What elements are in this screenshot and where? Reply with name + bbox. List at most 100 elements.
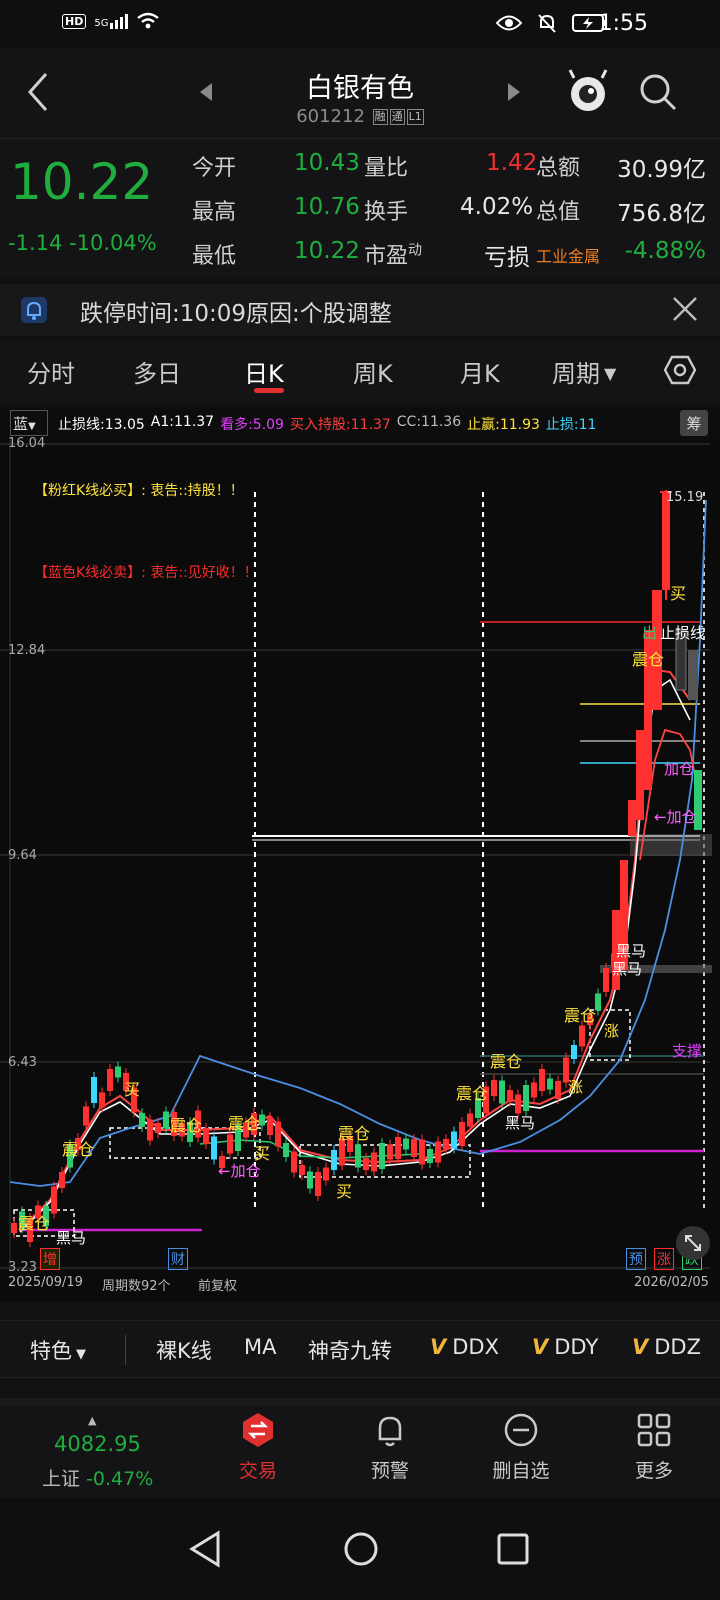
candle-body — [99, 1092, 105, 1108]
tab-period-label: 周期 — [552, 360, 600, 388]
amount-value: 30.99亿 — [617, 157, 706, 183]
ind-a1: A1:11.37 — [150, 414, 215, 430]
index-value[interactable]: 4082.95 — [54, 1432, 141, 1456]
current-price: 10.22 — [10, 153, 154, 211]
open-value: 10.43 — [294, 150, 360, 176]
candle-body — [395, 1137, 401, 1159]
candle-body — [11, 1223, 17, 1233]
feature-naked-k[interactable]: 裸K线 — [156, 1335, 212, 1365]
tab-weekly-k[interactable]: 周K — [353, 354, 393, 389]
candle-body — [307, 1171, 313, 1189]
candle-body — [355, 1144, 361, 1168]
settings-hex-icon[interactable] — [664, 354, 696, 386]
network-badge: HD — [62, 13, 87, 29]
index-line[interactable]: 上证 -0.47% — [42, 1464, 153, 1491]
next-stock-icon[interactable] — [508, 83, 520, 101]
mute-icon — [538, 14, 556, 33]
search-icon[interactable] — [638, 72, 678, 112]
system-back-icon[interactable] — [188, 1530, 222, 1568]
feature-dropdown[interactable]: 特色 ▼ — [30, 1335, 86, 1365]
active-tab-indicator — [254, 388, 284, 393]
candle-body — [291, 1151, 297, 1173]
ind-buy-hold: 买入持股:11.37 — [289, 417, 391, 433]
chart-adjust-mode[interactable]: 前复权 — [198, 1275, 237, 1294]
signal-label: 涨 — [604, 1022, 620, 1040]
candle-body — [203, 1128, 209, 1144]
market-cap-value: 756.8亿 — [617, 201, 706, 227]
ind-stop-loss: 止损:11 — [545, 417, 597, 433]
change-value: -1.14 — [8, 231, 63, 255]
candle-body — [387, 1144, 393, 1160]
feature-ddy[interactable]: V DDY — [532, 1335, 598, 1359]
high-label: 最高 — [192, 200, 237, 225]
candle-body — [539, 1069, 545, 1091]
candle-body — [531, 1082, 537, 1098]
signal-label: 震仓 — [564, 1006, 597, 1025]
indicator-header: 蓝▼ 止损线:13.05 A1:11.37 看多:5.09 买入持股:11.37… — [0, 406, 720, 440]
fullscreen-button[interactable] — [676, 1226, 710, 1260]
badge-zhang[interactable]: 涨 — [654, 1248, 674, 1270]
nav-remove-label: 删自选 — [492, 1460, 550, 1482]
signal-label: 黑马 — [505, 1114, 536, 1132]
tag-l1: L1 — [406, 109, 424, 125]
candle-body — [59, 1172, 65, 1188]
feature-nine-turn[interactable]: 神奇九转 — [308, 1335, 392, 1365]
signal-label: 支撑 — [672, 1042, 703, 1060]
signal-label: 震仓 — [338, 1124, 371, 1143]
system-nav-bar — [0, 1498, 720, 1600]
candle-body — [379, 1143, 385, 1169]
signal-label: 黑马 — [612, 960, 643, 978]
limit-down-notice[interactable]: 跌停时间:10:09原因:个股调整 — [0, 284, 720, 336]
feature-bar: 特色 ▼ 裸K线 MA 神奇九转 V DDX V DDY V DDZ — [0, 1320, 720, 1378]
indicator-mode-label: 蓝 — [13, 415, 29, 433]
mode-chevron-icon: ▼ — [28, 421, 36, 432]
signal-label: 买 — [670, 584, 687, 603]
nav-trade[interactable]: 交易 — [193, 1412, 323, 1483]
candle-body — [363, 1158, 369, 1170]
tab-intraday[interactable]: 分时 — [27, 354, 75, 389]
sector-name[interactable]: 工业金属 — [536, 243, 600, 267]
candle-body — [91, 1077, 97, 1103]
badge-cai[interactable]: 财 — [168, 1248, 188, 1270]
collapse-arrow-icon[interactable]: ▲ — [88, 1414, 96, 1427]
system-recents-icon[interactable] — [496, 1532, 530, 1566]
grid-icon — [637, 1413, 671, 1447]
y-tick-9: 9.64 — [8, 848, 37, 863]
open-label: 今开 — [192, 156, 237, 181]
close-icon[interactable] — [672, 296, 698, 322]
candle-body — [443, 1139, 449, 1149]
tab-period[interactable]: 周期 ▼ — [552, 354, 616, 389]
candle-body — [467, 1113, 473, 1127]
kline-chart[interactable]: 16.04 12.84 9.64 6.43 3.23 【粉红K线必买】: 衷告:… — [0, 436, 720, 1302]
indicator-values: 止损线:13.05 A1:11.37 看多:5.09 买入持股:11.37 CC… — [58, 414, 678, 434]
high-price-label: 15.19 — [666, 490, 704, 505]
candle-body — [323, 1167, 329, 1181]
tab-multiday[interactable]: 多日 — [133, 354, 181, 389]
badge-zeng[interactable]: 增 — [40, 1248, 60, 1270]
nav-alert[interactable]: 预警 — [325, 1412, 455, 1483]
system-home-icon[interactable] — [342, 1530, 380, 1568]
feature-ma[interactable]: MA — [244, 1335, 276, 1359]
feature-ddx[interactable]: V DDX — [430, 1335, 499, 1359]
feature-ddz[interactable]: V DDZ — [632, 1335, 701, 1359]
feature-ddy-label: DDY — [554, 1335, 599, 1359]
nav-remove-watchlist[interactable]: 删自选 — [456, 1412, 586, 1483]
amount-label: 总额 — [536, 156, 581, 181]
chart-period-count: 周期数92个 — [102, 1279, 171, 1294]
tab-daily-k[interactable]: 日K — [244, 354, 284, 389]
candle-body — [115, 1066, 121, 1078]
tab-monthly-k[interactable]: 月K — [460, 354, 500, 389]
candle-body — [283, 1143, 289, 1157]
indicator-mode-select[interactable]: 蓝▼ — [10, 410, 48, 436]
chips-button[interactable]: 筹 — [680, 410, 708, 436]
low-value: 10.22 — [294, 238, 360, 264]
stock-code: 601212 — [296, 106, 365, 127]
remove-icon — [504, 1413, 538, 1447]
candle-body — [315, 1172, 321, 1196]
badge-yu[interactable]: 预 — [626, 1248, 646, 1270]
candle-body — [459, 1122, 465, 1146]
expand-icon — [685, 1235, 701, 1251]
bottom-nav: ▲ 4082.95 上证 -0.47% 交易 预警 删自选 更多 — [0, 1398, 720, 1498]
nav-more[interactable]: 更多 — [589, 1412, 719, 1483]
mascot-icon[interactable] — [566, 66, 610, 114]
